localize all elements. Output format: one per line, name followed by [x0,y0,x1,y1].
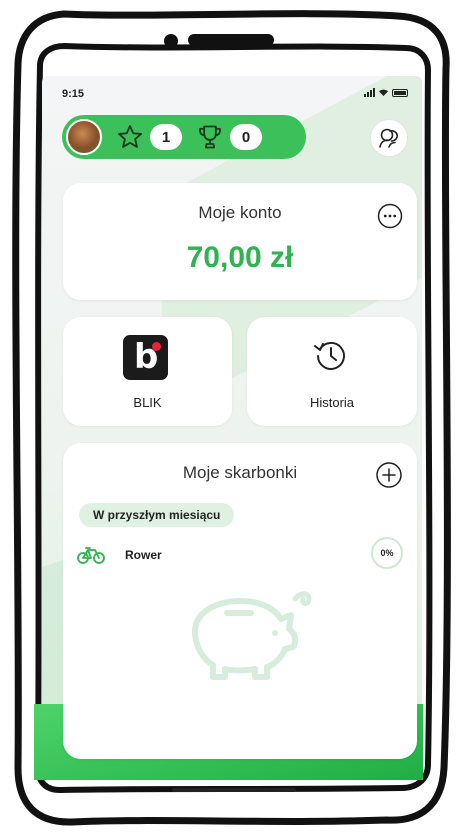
trophies-count: 0 [230,124,262,150]
star-icon [117,124,143,148]
blik-logo-dot [152,342,161,351]
trophy-icon [199,125,221,149]
bicycle-icon [77,547,105,564]
blik-tile[interactable]: b BLIK [63,317,232,426]
home-indicator [172,788,296,792]
add-goal-icon[interactable] [375,461,403,489]
goal-row[interactable]: Rower 0% [77,537,403,577]
status-bar: 9:15 [62,84,408,104]
status-icons [364,88,408,97]
profile-switch-icon [379,128,398,148]
history-label: Historia [309,395,355,410]
avatar[interactable] [66,119,102,155]
account-balance: 70,00 zł [186,241,294,274]
account-title: Moje konto [198,203,282,222]
wifi-icon [379,89,388,96]
trophies-counter[interactable]: 0 [196,123,262,151]
rewards-pill[interactable]: 1 0 [62,115,306,159]
stars-counter[interactable]: 1 [116,123,182,151]
goal-name: Rower [125,548,162,562]
goal-progress-ring: 0% [371,537,403,569]
piggy-bank-icon [191,591,312,680]
battery-icon [392,88,408,97]
speaker-grille [188,34,274,46]
status-time: 9:15 [62,88,85,100]
blik-logo-icon: b [123,335,168,380]
profile-switch-button[interactable] [370,119,408,157]
next-month-chip: W przyszłym miesiącu [79,503,235,527]
blik-label: BLIK [133,395,162,410]
stars-count: 1 [150,124,182,150]
history-tile[interactable]: Historia [247,317,417,426]
account-card[interactable]: Moje konto 70,00 zł [63,183,417,300]
camera-dot [164,34,178,48]
signal-icon [364,88,375,97]
more-options-icon[interactable] [377,203,403,229]
history-icon [314,341,345,370]
savings-goals-title: Moje skarbonki [182,463,298,482]
savings-goals-card: Moje skarbonki W przyszłym miesiącu Rowe… [63,443,417,759]
